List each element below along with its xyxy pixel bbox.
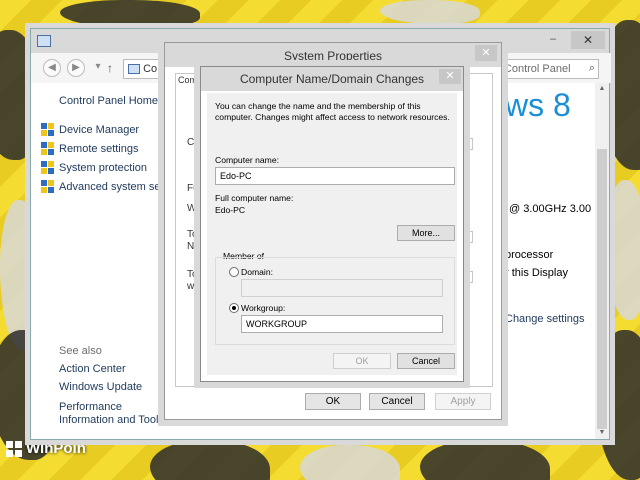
workgroup-input[interactable]: WORKGROUP	[241, 315, 443, 333]
domain-label: Domain:	[241, 267, 273, 277]
processor-text: processor	[505, 249, 554, 261]
left-navigation: Control Panel Home Device Manager Remote…	[31, 83, 187, 439]
watermark: WinPoin	[6, 440, 86, 457]
computer-name-title: Computer Name/Domain Changes	[239, 72, 425, 86]
control-panel-home-link[interactable]: Control Panel Home	[59, 95, 158, 107]
close-button[interactable]: ✕	[475, 45, 497, 61]
full-name-value: Edo-PC	[215, 205, 246, 215]
shield-icon	[41, 161, 54, 174]
see-also-heading: See also	[59, 345, 102, 357]
close-button[interactable]: ✕	[439, 69, 461, 84]
address-field[interactable]: Co	[123, 59, 163, 79]
cancel-button[interactable]: Cancel	[397, 353, 455, 369]
cancel-button[interactable]: Cancel	[369, 393, 425, 410]
forward-button[interactable]: ▶	[67, 59, 85, 77]
windows-logo-icon	[6, 440, 22, 457]
shield-icon	[41, 123, 54, 136]
close-button[interactable]: ✕	[571, 31, 605, 49]
control-panel-icon	[128, 64, 140, 75]
scroll-thumb[interactable]	[597, 149, 607, 429]
address-text: Co	[143, 63, 158, 75]
domain-radio[interactable]	[229, 267, 239, 277]
search-input[interactable]: Search Control Panel ⌕	[495, 59, 599, 79]
body-fragment: To	[187, 229, 198, 240]
workgroup-label: Workgroup:	[241, 303, 286, 313]
search-placeholder: Search Control Panel	[496, 63, 571, 75]
up-arrow-icon[interactable]: ↑	[107, 61, 113, 75]
computer-name-input[interactable]: Edo-PC	[215, 167, 455, 185]
scroll-down-icon[interactable]: ▼	[595, 427, 609, 439]
shield-icon	[41, 142, 54, 155]
body-fragment: To	[187, 269, 198, 280]
change-button-edge[interactable]	[465, 271, 473, 283]
scroll-up-icon[interactable]: ▲	[595, 83, 609, 95]
vertical-scrollbar[interactable]: ▲ ▼	[595, 83, 609, 439]
workgroup-radio[interactable]	[229, 303, 239, 313]
shield-icon	[41, 180, 54, 193]
cpu-speed-text: @ 3.00GHz 3.00	[509, 203, 592, 215]
ok-button[interactable]: OK	[305, 393, 361, 410]
domain-input[interactable]	[241, 279, 443, 297]
change-settings-link[interactable]: Change settings	[505, 313, 585, 325]
search-icon[interactable]: ⌕	[589, 62, 595, 75]
action-center-link[interactable]: Action Center	[59, 363, 126, 375]
apply-button[interactable]: Apply	[435, 393, 491, 410]
minimize-button[interactable]: –	[541, 31, 565, 49]
change-button-edge[interactable]	[465, 138, 473, 150]
computer-name-label: Computer name:	[215, 155, 280, 165]
system-properties-title: System Properties	[283, 49, 383, 63]
windows-update-link[interactable]: Windows Update	[59, 381, 142, 393]
tab-computer-name[interactable]: Compu	[175, 73, 201, 87]
remote-settings-link[interactable]: Remote settings	[41, 142, 138, 155]
device-manager-link[interactable]: Device Manager	[41, 123, 139, 136]
computer-name-titlebar[interactable]: Computer Name/Domain Changes ✕	[201, 67, 463, 91]
system-properties-titlebar[interactable]: System Properties ✕	[165, 43, 501, 67]
body-fragment: Ne	[187, 241, 200, 252]
computer-name-dialog: Computer Name/Domain Changes ✕ You can c…	[200, 66, 464, 382]
network-id-button-edge[interactable]	[465, 231, 473, 243]
more-button[interactable]: More...	[397, 225, 455, 241]
full-name-label: Full computer name:	[215, 193, 294, 203]
description-text: You can change the name and the membersh…	[215, 101, 450, 122]
watermark-text: WinPoin	[26, 440, 86, 457]
windows-8-brand: ws 8	[505, 87, 571, 123]
ok-button[interactable]: OK	[333, 353, 391, 369]
recent-dropdown-icon[interactable]: ▾	[89, 59, 107, 77]
dialog-body: You can change the name and the membersh…	[207, 93, 457, 375]
system-protection-link[interactable]: System protection	[41, 161, 147, 174]
performance-information-link[interactable]: Performance Information and Tools	[59, 401, 167, 427]
display-text: r this Display	[505, 267, 568, 279]
back-button[interactable]: ◀	[43, 59, 61, 77]
